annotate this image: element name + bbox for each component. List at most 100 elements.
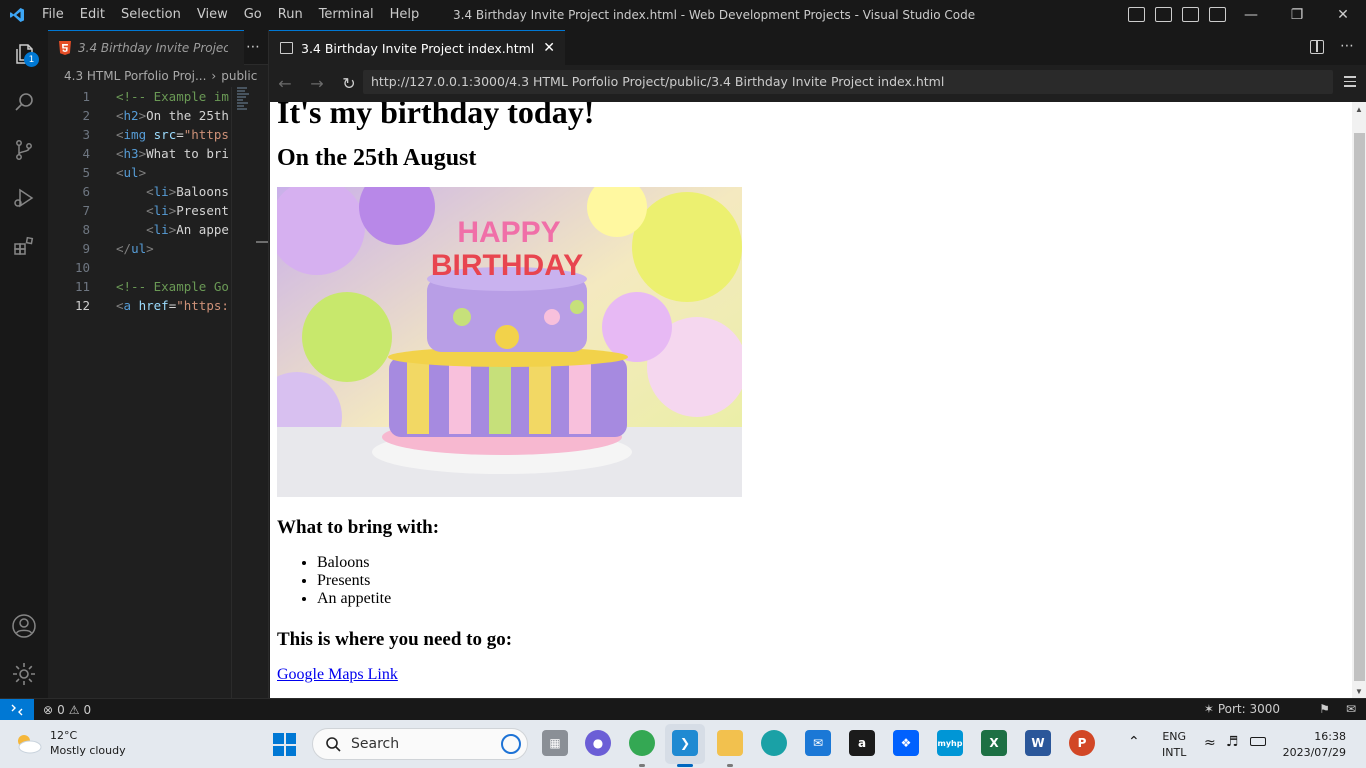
edge-icon[interactable] [761, 730, 787, 756]
menu-view[interactable]: View [189, 0, 236, 30]
amazon-icon[interactable]: a [849, 730, 875, 756]
account-icon[interactable] [0, 602, 48, 650]
editor-group: 3.4 Birthday Invite Project index.html ⋯… [48, 29, 268, 698]
browser-viewport[interactable]: It's my birthday today! On the 25th Augu… [270, 102, 1366, 698]
title-bar: File Edit Selection View Go Run Terminal… [0, 0, 1366, 30]
notifications-bell-icon[interactable]: ✉ [1346, 702, 1356, 716]
excel-icon[interactable]: X [981, 730, 1007, 756]
menu-edit[interactable]: Edit [72, 0, 113, 30]
editor-sash[interactable] [256, 241, 268, 243]
settings-gear-icon[interactable] [0, 650, 48, 698]
word-icon[interactable]: W [1025, 730, 1051, 756]
customize-layout-icon[interactable] [1209, 7, 1226, 22]
wifi-icon[interactable]: ≈ [1204, 735, 1216, 751]
dropbox-icon[interactable]: ❖ [893, 730, 919, 756]
remote-indicator-icon[interactable] [0, 698, 34, 721]
list-item: Presents [317, 572, 1337, 590]
code-text: <!-- Example Go [116, 279, 229, 294]
list-item: An appetite [317, 590, 1337, 608]
toggle-panel-icon[interactable] [1155, 7, 1172, 22]
close-window-button[interactable]: ✕ [1320, 0, 1366, 30]
browser-tab-label: 3.4 Birthday Invite Project index.html [301, 40, 535, 56]
search-icon[interactable] [0, 78, 48, 126]
myhp-icon[interactable]: myhp [937, 730, 963, 756]
menu-selection[interactable]: Selection [113, 0, 189, 30]
toggle-secondary-sidebar-icon[interactable] [1182, 7, 1199, 22]
code-text: <h2>On the 25th [116, 108, 229, 123]
teams-chat-icon[interactable]: ● [585, 730, 611, 756]
bring-title: What to bring with: [277, 517, 440, 538]
running-indicator [727, 764, 733, 767]
live-server-port[interactable]: ✶ Port: 3000 [1204, 702, 1280, 716]
minimize-button[interactable]: — [1228, 0, 1274, 30]
mail-icon[interactable]: ✉ [805, 730, 831, 756]
more-actions-icon[interactable]: ⋯ [246, 39, 260, 55]
editor-tab[interactable]: 3.4 Birthday Invite Project index.html [48, 29, 244, 65]
toggle-primary-sidebar-icon[interactable] [1128, 7, 1145, 22]
browser-tab[interactable]: 3.4 Birthday Invite Project index.html ✕ [269, 30, 565, 65]
code-text: <h3>What to bri [116, 146, 229, 161]
clock[interactable]: 16:38 2023/07/29 [1282, 729, 1346, 761]
status-bar: ⊗ 0 ⚠ 0 ✶ Port: 3000 ⚑ ✉ [0, 698, 1366, 721]
scroll-up-arrow-icon[interactable]: ▲ [1355, 105, 1363, 114]
breadcrumb-public[interactable]: public [221, 69, 257, 83]
file-explorer-icon[interactable] [717, 730, 743, 756]
menu-run[interactable]: Run [270, 0, 311, 30]
chrome-icon[interactable] [629, 730, 655, 756]
more-actions-icon[interactable]: ⋯ [1340, 38, 1354, 54]
editor-scrollbar[interactable] [231, 87, 245, 698]
go-title: This is where you need to go: [277, 629, 513, 650]
explorer-icon[interactable]: 1 [0, 30, 48, 78]
bring-list: Baloons Presents An appetite [317, 554, 1337, 608]
problems-indicator[interactable]: ⊗ 0 ⚠ 0 [43, 703, 91, 717]
url-input[interactable] [363, 70, 1333, 94]
line-number: 9 [82, 241, 90, 256]
taskbar-search[interactable]: Search [312, 728, 528, 760]
weather-widget[interactable]: 12°C Mostly cloudy [14, 728, 126, 758]
source-control-icon[interactable] [0, 126, 48, 174]
line-number: 12 [74, 298, 90, 313]
powerpoint-icon[interactable]: P [1069, 730, 1095, 756]
close-tab-icon[interactable]: ✕ [543, 40, 555, 56]
chevron-right-icon: › [211, 69, 217, 83]
error-count: 0 [57, 702, 65, 717]
editor-tab-bar: 3.4 Birthday Invite Project index.html ⋯ [48, 29, 268, 65]
battery-icon[interactable] [1250, 737, 1266, 746]
menu-help[interactable]: Help [382, 0, 428, 30]
run-debug-icon[interactable] [0, 174, 48, 222]
line-number: 11 [74, 279, 90, 294]
menu-go[interactable]: Go [236, 0, 270, 30]
birthday-cake-image: HAPPY BIRTHDAY [277, 187, 742, 497]
minimap[interactable] [237, 87, 251, 115]
warning-count: 0 [83, 702, 92, 717]
html5-file-icon [59, 40, 71, 55]
bing-icon[interactable] [501, 734, 521, 754]
extensions-icon[interactable] [0, 222, 48, 270]
warning-icon: ⚠ [68, 702, 80, 717]
reload-icon[interactable]: ↻ [333, 65, 365, 102]
forward-arrow-icon[interactable]: → [301, 65, 333, 102]
line-number: 10 [74, 260, 90, 275]
windows-start-icon[interactable] [273, 733, 296, 756]
breadcrumb-folder[interactable]: 4.3 HTML Porfolio Proj... [64, 69, 206, 83]
code-text: <ul> [116, 165, 147, 180]
accounts-feedback-icon[interactable]: ⚑ [1319, 702, 1330, 716]
language-indicator[interactable]: ENG INTL [1162, 729, 1186, 761]
page-scrollbar[interactable]: ▲ ▼ [1352, 102, 1366, 698]
menu-icon[interactable] [1344, 76, 1356, 90]
restore-button[interactable]: ❐ [1274, 0, 1320, 30]
menu-terminal[interactable]: Terminal [311, 0, 382, 30]
code-text: <li>Present [146, 203, 229, 218]
show-hidden-icons-chevron-up-icon[interactable]: ⌃ [1128, 734, 1140, 750]
split-editor-icon[interactable] [1310, 40, 1324, 54]
volume-icon[interactable]: ♬ [1226, 734, 1239, 750]
scroll-down-arrow-icon[interactable]: ▼ [1355, 687, 1363, 696]
google-maps-link[interactable]: Google Maps Link [277, 666, 398, 684]
back-arrow-icon[interactable]: ← [269, 65, 301, 102]
page-heading: It's my birthday today! [277, 102, 595, 130]
breadcrumb: 4.3 HTML Porfolio Proj... › public [48, 65, 268, 87]
vscode-taskbar-icon[interactable]: ❯ [672, 730, 698, 756]
menu-file[interactable]: File [34, 0, 72, 30]
task-view-icon[interactable]: ▦ [542, 730, 568, 756]
page-scroll-thumb[interactable] [1354, 133, 1365, 681]
